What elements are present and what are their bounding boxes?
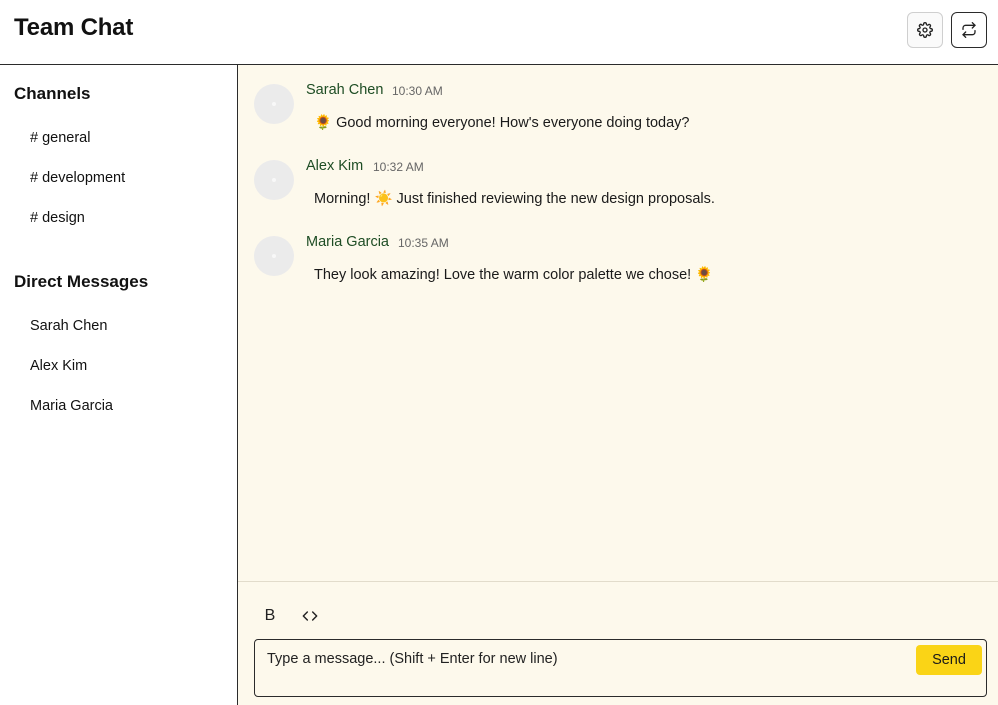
message-item: Sarah Chen 10:30 AM 🌻 Good morning every… [254, 82, 974, 142]
chat-main: Sarah Chen 10:30 AM 🌻 Good morning every… [238, 65, 998, 705]
message-input-placeholder: Type a message... (Shift + Enter for new… [267, 651, 558, 667]
message-list[interactable]: Sarah Chen 10:30 AM 🌻 Good morning every… [238, 65, 998, 581]
message-item: Maria Garcia 10:35 AM They look amazing!… [254, 234, 974, 294]
message-item: Alex Kim 10:32 AM Morning! ☀️ Just finis… [254, 158, 974, 218]
message-time: 10:32 AM [373, 160, 424, 174]
code-brackets-icon [302, 611, 318, 621]
send-button[interactable]: Send [916, 645, 982, 675]
app-title: Team Chat [14, 14, 134, 41]
settings-button[interactable] [907, 12, 943, 48]
message-author: Alex Kim [306, 158, 364, 174]
avatar [254, 236, 294, 276]
message-author: Maria Garcia [306, 234, 389, 250]
message-time: 10:30 AM [392, 84, 443, 98]
sidebar-channel-general[interactable]: # general [30, 130, 90, 146]
message-time: 10:35 AM [398, 236, 449, 250]
message-text: Morning! ☀️ Just finished reviewing the … [314, 191, 715, 207]
bold-button[interactable]: B [256, 602, 284, 630]
sidebar: Channels # general # development # desig… [0, 65, 238, 705]
channels-heading: Channels [14, 84, 91, 103]
message-composer: B Type a message... (Shift + Enter for n… [238, 581, 998, 705]
sidebar-channel-design[interactable]: # design [30, 210, 85, 226]
code-button[interactable] [296, 602, 324, 630]
message-input[interactable]: Type a message... (Shift + Enter for new… [254, 639, 987, 697]
direct-messages-heading: Direct Messages [14, 272, 149, 291]
message-author: Sarah Chen [306, 82, 384, 98]
sidebar-dm-alex-kim[interactable]: Alex Kim [30, 358, 87, 374]
repeat-arrows-icon [962, 22, 976, 38]
avatar [254, 160, 294, 200]
avatar [254, 84, 294, 124]
sidebar-dm-maria-garcia[interactable]: Maria Garcia [30, 398, 113, 414]
message-text: 🌻 Good morning everyone! How's everyone … [314, 115, 690, 131]
gear-icon [917, 22, 933, 38]
sidebar-dm-sarah-chen[interactable]: Sarah Chen [30, 318, 107, 334]
app-header: Team Chat [0, 0, 998, 65]
message-text: They look amazing! Love the warm color p… [314, 267, 714, 283]
sidebar-channel-development[interactable]: # development [30, 170, 125, 186]
switch-view-button[interactable] [951, 12, 987, 48]
